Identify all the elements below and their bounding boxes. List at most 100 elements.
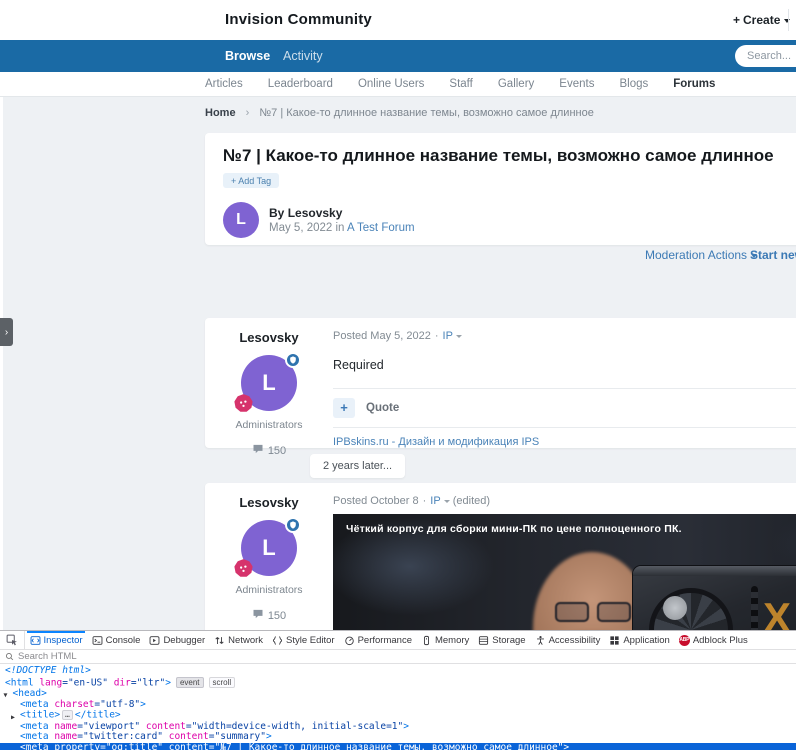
token-attr: name <box>48 731 78 743</box>
post-count-value: 150 <box>267 609 287 622</box>
video-caption: Чёткий корпус для сборки мини-ПК по цене… <box>346 523 682 535</box>
ip-link[interactable]: IP <box>430 495 440 507</box>
breadcrumb-separator-icon: › <box>245 107 250 119</box>
devtools-tab-console[interactable]: Console <box>87 631 145 649</box>
token-attr: content <box>163 731 209 743</box>
tree-row[interactable]: <meta property="og:title" content="№7 | … <box>0 741 796 750</box>
post-author-pane: Lesovsky L Administrators 150 <box>220 495 318 623</box>
pick-element-icon[interactable] <box>0 631 25 649</box>
devtools-tab-storage[interactable]: Storage <box>474 631 530 649</box>
create-button[interactable]: + Create <box>733 0 791 40</box>
subnav-item-staff[interactable]: Staff <box>449 78 472 90</box>
token-ellipsis: … <box>62 710 73 721</box>
primary-nav: Browse Activity <box>0 40 796 72</box>
devtools-tab-style-editor[interactable]: Style Editor <box>268 631 340 649</box>
devtools-tab-accessibility[interactable]: Accessibility <box>530 631 605 649</box>
post-count-badge: 150 <box>220 608 318 623</box>
devtools-search-input[interactable] <box>18 651 318 662</box>
subnav-item-leaderboard[interactable]: Leaderboard <box>268 78 333 90</box>
token-attr: dir <box>107 677 131 689</box>
token-tag: <meta <box>20 720 49 732</box>
rank-flower-icon <box>234 559 253 577</box>
pc-fan-hub <box>663 596 687 620</box>
devtools-tab-label: Style Editor <box>286 634 335 646</box>
token-val: ="summary" <box>208 731 266 743</box>
subnav-item-forums[interactable]: Forums <box>673 78 715 90</box>
devtools-tab-label: Inspector <box>43 634 83 646</box>
devtools-tab-label: Application <box>623 634 670 646</box>
breadcrumb: Home › №7 | Какое-то длинное название те… <box>205 107 594 119</box>
token-val: ="ltr" <box>130 677 166 689</box>
topic-author-link[interactable]: Lesovsky <box>288 206 343 220</box>
posted-date: Posted May 5, 2022 <box>333 330 431 342</box>
devtools-tab-label: Storage <box>492 634 526 646</box>
devtools-tab-memory[interactable]: Memory <box>416 631 473 649</box>
member-group-label: Administrators <box>235 419 303 431</box>
subnav-item-gallery[interactable]: Gallery <box>498 78 534 90</box>
token-val: ="og:title" <box>100 741 164 750</box>
devtools-tab-label: Adblock Plus <box>692 634 748 646</box>
token-tag: > <box>265 731 272 743</box>
token-val: ="utf-8" <box>94 698 141 710</box>
token-val: ="width=device-width, initial-scale=1" <box>185 720 404 732</box>
forum-link[interactable]: A Test Forum <box>347 222 415 234</box>
subnav-item-events[interactable]: Events <box>559 78 594 90</box>
devtools-tab-application[interactable]: Application <box>605 631 674 649</box>
posted-date: Posted October 8 <box>333 495 419 507</box>
embedded-video-thumbnail[interactable]: X Чёткий корпус для сборки мини-ПК по це… <box>333 514 796 630</box>
primary-nav-item-activity[interactable]: Activity <box>283 40 323 72</box>
post-author-link[interactable]: Lesovsky <box>220 330 318 345</box>
breadcrumb-home[interactable]: Home <box>205 107 236 119</box>
post-author-pane: Lesovsky L Administrators 150 <box>220 330 318 458</box>
primary-nav-item-browse[interactable]: Browse <box>225 40 270 72</box>
plus-icon: + <box>733 13 741 27</box>
subnav-item-blogs[interactable]: Blogs <box>619 78 648 90</box>
start-new-topic-button[interactable]: Start new topic <box>750 248 796 262</box>
token-attr: lang <box>33 677 63 689</box>
video-pc-case: X <box>633 566 796 630</box>
devtools-tab-adblock-plus[interactable]: ABP Adblock Plus <box>674 631 752 649</box>
token-attr: name <box>48 720 78 732</box>
search-input[interactable] <box>735 45 796 67</box>
devtools-tab-network[interactable]: Network <box>210 631 268 649</box>
page-title: №7 | Какое-то длинное название темы, воз… <box>223 146 774 165</box>
react-plus-button[interactable]: + <box>333 398 355 418</box>
post-author-link[interactable]: Lesovsky <box>220 495 318 510</box>
avatar[interactable]: L <box>223 201 259 238</box>
devtools-tab-inspector[interactable]: Inspector <box>25 631 87 649</box>
site-title[interactable]: Invision Community <box>225 0 372 40</box>
token-tag: </title> <box>74 709 121 721</box>
token-attr: charset <box>48 698 95 710</box>
devtools-tab-debugger[interactable]: Debugger <box>145 631 210 649</box>
plus-icon: + <box>231 175 237 186</box>
moderator-shield-icon <box>285 517 301 533</box>
tree-row[interactable]: <!DOCTYPE html> <box>0 665 796 677</box>
add-tag-button[interactable]: + Add Tag <box>223 173 280 188</box>
devtools-tab-label: Debugger <box>163 634 206 646</box>
topic-date: May 5, 2022 <box>269 221 333 234</box>
token-tag: > <box>563 741 570 750</box>
token-tag: <meta <box>20 698 49 710</box>
site-header: Invision Community + Create <box>0 0 796 40</box>
markup-tree: <!DOCTYPE html> <html lang="en-US" dir="l… <box>0 664 796 750</box>
subnav-item-articles[interactable]: Articles <box>205 78 243 90</box>
token-tag: <meta <box>20 731 49 743</box>
token-badge: scroll <box>208 676 236 688</box>
moderation-actions-button[interactable]: Moderation Actions <box>645 248 758 262</box>
ip-link[interactable]: IP <box>443 330 453 342</box>
chevron-down-icon <box>443 500 450 503</box>
search-icon <box>5 652 14 661</box>
token-attr: content <box>140 720 186 732</box>
tree-row[interactable]: <meta charset="utf-8"> <box>0 698 796 711</box>
add-tag-label: Add Tag <box>238 175 272 186</box>
quote-button[interactable]: Quote <box>366 402 399 414</box>
token-attr: property <box>48 741 101 750</box>
signature-link[interactable]: IPBskins.ru - Дизайн и модификация IPS <box>333 436 539 448</box>
tree-row[interactable]: <html lang="en-US" dir="ltr"> event scroll <box>0 676 796 689</box>
devtools-tab-performance[interactable]: Performance <box>339 631 416 649</box>
devtools-tabbar: Inspector Console Debugger Network Style Edi… <box>0 631 796 650</box>
subnav-item-online-users[interactable]: Online Users <box>358 78 424 90</box>
time-gap-separator: 2 years later... <box>310 454 406 478</box>
sidebar-toggle-button[interactable]: › <box>0 318 13 346</box>
video-person-glasses <box>555 602 631 622</box>
